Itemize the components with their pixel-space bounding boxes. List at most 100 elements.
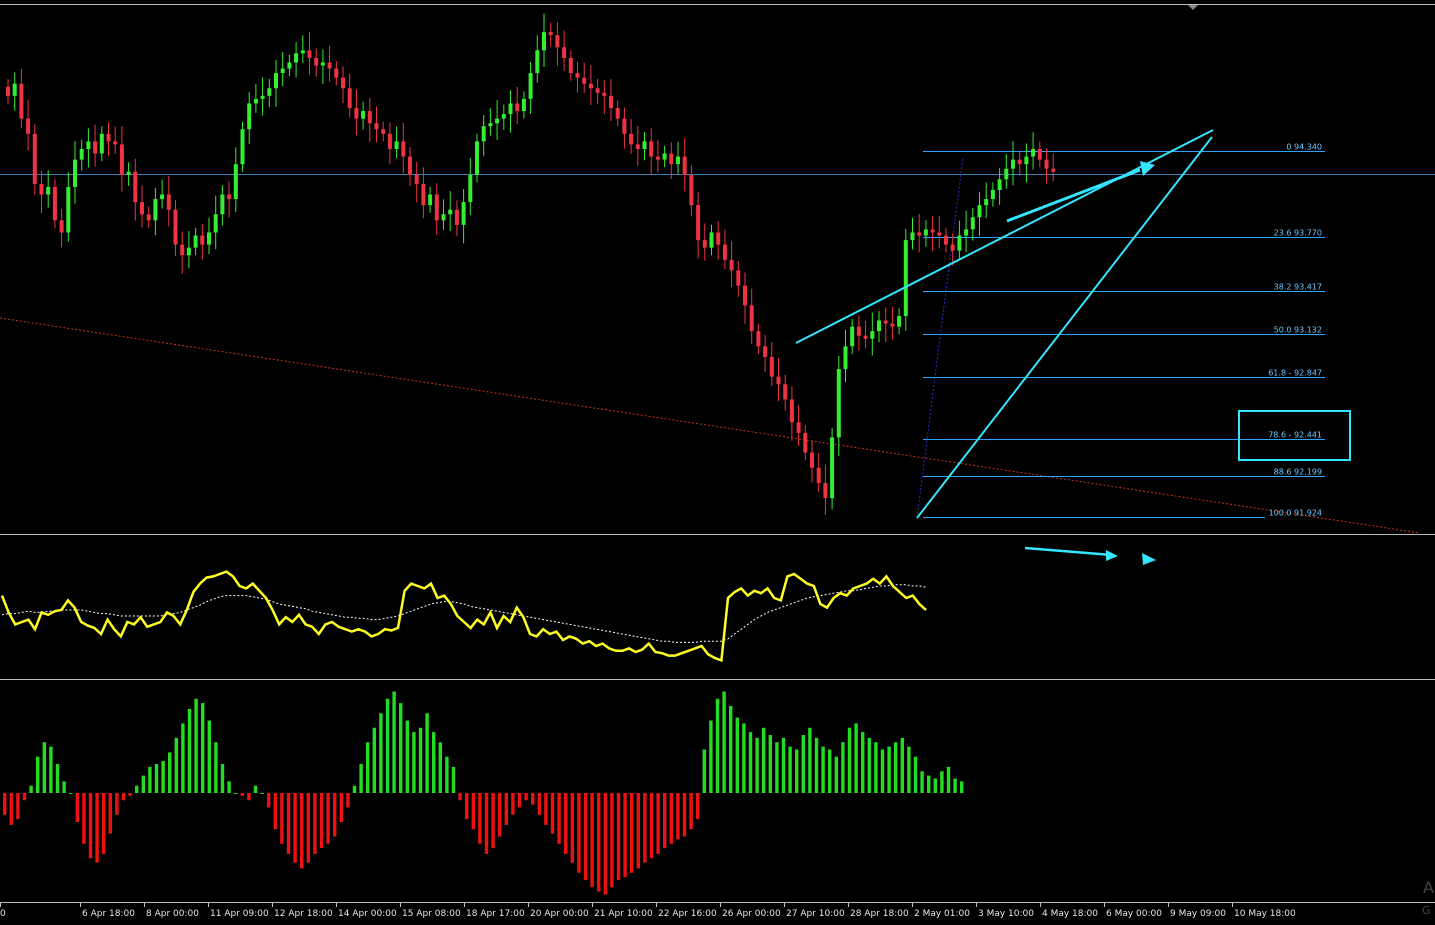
- candle-body: [508, 103, 513, 115]
- candle-body: [367, 111, 372, 124]
- candle-body: [944, 235, 948, 245]
- candle-body: [1024, 156, 1029, 165]
- candle-body: [856, 326, 861, 336]
- histogram-bar: [339, 793, 343, 822]
- candle-body: [997, 179, 1002, 190]
- histogram-bar: [484, 793, 489, 854]
- candle-body: [39, 183, 44, 195]
- histogram-bar: [867, 737, 871, 793]
- histogram-bar: [491, 793, 495, 849]
- histogram-bar: [319, 793, 324, 849]
- x-tick-label: 18 Apr 17:00: [466, 909, 525, 919]
- price-chart[interactable]: 0 94.340 23.6 93.770 38.2 93.417 50.0 93.13…: [0, 0, 1435, 925]
- candle-body: [595, 88, 600, 93]
- candle-body: [347, 88, 352, 108]
- histogram-bar: [960, 781, 964, 793]
- histogram-bar: [801, 735, 805, 793]
- candle-body: [883, 320, 888, 324]
- x-tick-label: 8 Apr 00:00: [146, 909, 199, 919]
- candle-body: [314, 57, 319, 66]
- histogram-bar: [616, 793, 621, 880]
- x-tick-label: 6 May 00:00: [1106, 909, 1162, 919]
- histogram-bar: [610, 793, 614, 888]
- x-tick-label: 28 Apr 18:00: [850, 909, 909, 919]
- candle-body: [696, 205, 701, 241]
- histogram-bar: [676, 793, 680, 840]
- histogram-bar: [663, 793, 667, 849]
- candle-body: [133, 171, 138, 203]
- histogram-bar: [940, 771, 944, 793]
- candle-body: [890, 323, 895, 327]
- candle-body: [1011, 159, 1015, 169]
- histogram-bar: [240, 793, 244, 796]
- candle-body: [448, 209, 453, 215]
- histogram-bar: [168, 752, 172, 793]
- histogram-bar: [55, 764, 60, 793]
- histogram-bar: [900, 737, 904, 793]
- histogram-bar: [511, 793, 515, 815]
- candle-body: [200, 235, 205, 245]
- fib-level-label: 100.0 91.924: [1269, 509, 1322, 518]
- candle-body: [253, 98, 258, 104]
- histogram-bar: [9, 793, 13, 825]
- candle-body: [1017, 159, 1022, 165]
- histogram-bar: [181, 723, 185, 793]
- candle-body: [810, 452, 814, 468]
- histogram-bar: [630, 793, 634, 873]
- candle-body: [850, 326, 855, 347]
- histogram-bar: [907, 746, 911, 793]
- candle-body: [964, 229, 969, 236]
- histogram-bar: [326, 793, 330, 844]
- x-tick-label: 0: [0, 909, 6, 919]
- histogram-bar: [3, 793, 7, 815]
- candle-body: [649, 141, 654, 157]
- fib-level-label: 0 94.340: [1286, 143, 1322, 152]
- candle-body: [803, 432, 808, 453]
- candle-body: [488, 123, 493, 127]
- histogram-bar: [544, 793, 548, 825]
- fib-level-label: 61.8 - 92.847: [1268, 369, 1322, 378]
- histogram-bar: [880, 749, 885, 793]
- histogram-bar: [128, 793, 132, 796]
- candle-body: [843, 346, 848, 370]
- candle-body: [19, 83, 24, 119]
- histogram-bar: [748, 732, 753, 793]
- x-tick-label: 22 Apr 16:00: [658, 909, 717, 919]
- histogram-bar: [894, 742, 898, 793]
- histogram-bar: [161, 761, 165, 793]
- candle-body: [609, 95, 613, 108]
- candle-body: [957, 235, 962, 251]
- candle-body: [1004, 168, 1009, 180]
- histogram-bar: [920, 771, 924, 793]
- histogram-bar: [465, 793, 469, 820]
- histogram-bar: [577, 793, 581, 873]
- candle-body: [897, 315, 902, 327]
- x-tick-label: 15 Apr 08:00: [402, 909, 461, 919]
- x-tick-label: 11 Apr 09:00: [210, 909, 269, 919]
- candle-body: [126, 171, 131, 175]
- histogram-bar: [735, 717, 739, 793]
- candle-body: [542, 32, 546, 51]
- histogram-bar: [405, 720, 409, 793]
- histogram-bar: [471, 793, 475, 830]
- candle-body: [743, 285, 747, 306]
- candle-body: [213, 214, 218, 233]
- histogram-bar: [768, 735, 772, 793]
- x-tick-label: 26 Apr 00:00: [722, 909, 781, 919]
- histogram-bar: [372, 727, 376, 793]
- candle-body: [160, 194, 165, 200]
- svg-text:G: G: [1422, 904, 1431, 917]
- histogram-bar: [570, 793, 574, 863]
- candle-body: [923, 229, 928, 236]
- candle-body: [6, 86, 10, 96]
- histogram-bar: [22, 793, 27, 801]
- histogram-bar: [379, 713, 383, 793]
- histogram-bar: [583, 793, 588, 880]
- candle-body: [52, 186, 57, 221]
- candle-body: [86, 141, 91, 149]
- histogram-bar: [729, 706, 733, 793]
- candle-body: [709, 232, 714, 248]
- histogram-bar: [458, 793, 462, 801]
- candle-body: [381, 129, 386, 134]
- histogram-bar: [603, 793, 607, 895]
